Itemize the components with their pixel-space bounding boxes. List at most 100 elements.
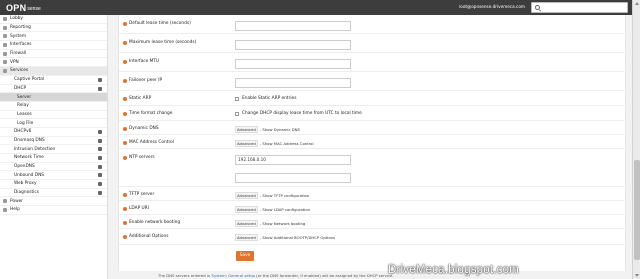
clock-icon	[98, 156, 102, 160]
bolt-icon	[98, 182, 102, 187]
label-additional-options: Additional Options	[129, 234, 169, 239]
opnsense-page: OPN sense root@opnsense.drivemeca.com Lo…	[0, 0, 632, 279]
row-static-arp: Static ARP Enable Static ARP entries	[119, 91, 627, 106]
sidebar-item-services[interactable]: Services	[0, 67, 107, 76]
fire-icon	[3, 51, 7, 56]
sidebar-item-reporting[interactable]: Reporting	[0, 24, 107, 33]
sidebar-item-captive-portal[interactable]: Captive Portal	[0, 76, 107, 85]
sidebar-item-unbound-dns[interactable]: Unbound DNS	[0, 171, 107, 181]
row-interface-mtu: Interface MTU	[119, 53, 627, 72]
advanced-button[interactable]: Advanced	[235, 206, 258, 213]
info-icon[interactable]	[123, 234, 127, 239]
sidebar-item-opendns[interactable]: OpenDNS	[0, 163, 107, 172]
info-icon[interactable]	[123, 111, 127, 116]
default-lease-time-input[interactable]	[235, 21, 351, 31]
advanced-button[interactable]: Advanced	[235, 220, 258, 227]
static-arp-checkbox[interactable]	[235, 96, 239, 101]
info-icon[interactable]	[123, 192, 127, 197]
info-icon[interactable]	[123, 140, 127, 145]
sidebar-item-web-proxy[interactable]: Web Proxy	[0, 180, 107, 189]
sidebar-item-dnsmasq-dns[interactable]: Dnsmasq DNS	[0, 137, 107, 146]
bullseye-icon	[98, 86, 102, 91]
info-icon[interactable]	[123, 78, 127, 83]
sidebar-item-interfaces[interactable]: Interfaces	[0, 41, 107, 50]
search-input[interactable]	[531, 2, 628, 13]
search-icon	[535, 5, 540, 10]
sidebar-item-power[interactable]: Power	[0, 197, 107, 207]
sidebar-item-firewall[interactable]: Firewall	[0, 50, 107, 59]
interface-mtu-input[interactable]	[235, 59, 351, 69]
sidebar-item-diagnostics[interactable]: Diagnostics	[0, 189, 107, 198]
save-button[interactable]: Save	[236, 251, 254, 261]
advanced-button[interactable]: Advanced	[235, 192, 258, 199]
sidebar-item-dhcp-server[interactable]: Server	[0, 93, 107, 102]
globe-icon	[3, 60, 7, 65]
ntp-server-1-input[interactable]: 192.168.0.10	[235, 155, 351, 165]
info-icon[interactable]	[123, 21, 127, 26]
label-ntp-servers: NTP servers	[129, 155, 155, 160]
shield-icon	[98, 147, 102, 152]
top-bar: OPN sense root@opnsense.drivemeca.com	[0, 0, 632, 15]
failover-peer-input[interactable]	[235, 78, 351, 88]
sidebar-item-dhcpv6[interactable]: DHCPv6	[0, 128, 107, 137]
sidebar-item-lobby[interactable]: Lobby	[0, 15, 107, 24]
info-icon[interactable]	[123, 40, 127, 45]
location-arrow-icon	[98, 77, 102, 82]
max-lease-time-input[interactable]	[235, 40, 351, 50]
static-arp-check-label: Enable Static ARP entries	[242, 96, 297, 101]
info-icon[interactable]	[123, 126, 127, 131]
label-ldap-uri: LDAP URI	[129, 206, 149, 211]
row-network-booting: Enable network booting Advanced - Show Ne…	[119, 215, 627, 229]
show-ldap-link[interactable]: - Show LDAP configuration	[260, 207, 310, 212]
user-account[interactable]: root@opnsense.drivemeca.com	[0, 4, 525, 9]
label-failover-peer: Failover peer IP	[129, 78, 163, 83]
sidebar-item-dhcp-relay[interactable]: Relay	[0, 102, 107, 111]
label-default-lease-time: Default lease time (seconds)	[129, 21, 191, 26]
sidebar-item-dhcp-log-file[interactable]: Log File	[0, 119, 107, 128]
tags-icon	[98, 164, 102, 169]
advanced-button[interactable]: Advanced	[235, 140, 258, 147]
scroll-down-arrow-icon[interactable]	[635, 274, 639, 277]
show-dynamic-dns-link[interactable]: - Show Dynamic DNS	[260, 127, 300, 132]
info-icon[interactable]	[123, 96, 127, 101]
medkit-icon	[98, 190, 102, 195]
info-icon[interactable]	[123, 220, 127, 225]
label-interface-mtu: Interface MTU	[129, 59, 160, 64]
sidebar-item-system[interactable]: System	[0, 32, 107, 42]
show-mac-control-link[interactable]: - Show MAC Address Control	[260, 141, 314, 146]
row-default-lease-time: Default lease time (seconds)	[119, 15, 627, 34]
info-icon[interactable]	[123, 155, 127, 160]
show-additional-options-link[interactable]: - Show Additional BOOTP/DHCP Options	[260, 235, 335, 240]
bullseye-icon	[98, 129, 102, 134]
row-mac-control: MAC Address Control Advanced - Show MAC A…	[119, 135, 627, 149]
sidebar-item-vpn[interactable]: VPN	[0, 58, 107, 68]
system-general-setup-link[interactable]: System: General setup	[212, 273, 255, 278]
watermark: DriveMeca.blogspot.com	[388, 264, 519, 276]
time-format-checkbox[interactable]	[235, 111, 239, 116]
advanced-button[interactable]: Advanced	[235, 234, 258, 241]
show-network-booting-link[interactable]: - Show Network booting	[260, 221, 306, 226]
ntp-server-2-input[interactable]	[235, 173, 351, 183]
label-network-booting: Enable network booting	[129, 220, 181, 225]
sidebar-item-intrusion-detection[interactable]: Intrusion Detection	[0, 145, 107, 154]
info-icon[interactable]	[123, 59, 127, 64]
show-tftp-link[interactable]: - Show TFTP configuration	[260, 193, 309, 198]
info-icon[interactable]	[123, 206, 127, 211]
main-content: Default lease time (seconds) Maximum lea…	[110, 15, 632, 279]
sidebar-item-dhcp[interactable]: DHCP	[0, 85, 107, 94]
page-scrollbar[interactable]	[632, 0, 640, 279]
server-icon	[3, 34, 7, 39]
sidebar-item-network-time[interactable]: Network Time	[0, 154, 107, 163]
label-max-lease-time: Maximum lease time (seconds)	[129, 40, 197, 45]
time-format-check-label: Change DHCP display lease time from UTC …	[242, 111, 362, 116]
label-tftp-server: TFTP server	[129, 192, 155, 197]
row-failover-peer: Failover peer IP	[119, 72, 627, 91]
sidebar-item-help[interactable]: Help	[0, 206, 107, 215]
scrollbar-thumb[interactable]	[634, 160, 640, 260]
advanced-button[interactable]: Advanced	[235, 126, 258, 133]
cog-icon	[3, 69, 7, 74]
help-icon	[3, 208, 7, 213]
sidebar-item-dhcp-leases[interactable]: Leases	[0, 111, 107, 120]
scroll-up-arrow-icon[interactable]	[635, 2, 639, 5]
tags-icon	[98, 173, 102, 178]
